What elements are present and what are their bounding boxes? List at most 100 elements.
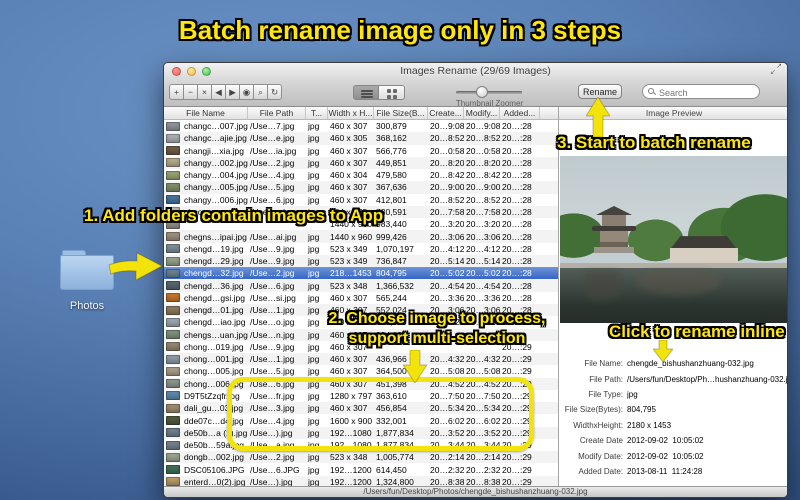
dimensions-cell: 460 x 307	[330, 194, 368, 205]
annotation-step3: 3. Start to batch rename	[557, 133, 751, 152]
info-field-label: WidthxHeight:	[573, 420, 623, 430]
table-row[interactable]: dongb…002.jpg/Use…2.jpg jpg 523 x 348 1,005…	[164, 451, 558, 464]
table-row[interactable]: chengd…19.jpg/Use…9.jpg jpg 523 x 349 1,070…	[164, 243, 558, 255]
file-thumbnail	[166, 416, 180, 425]
info-field: Modify Date: 2012-09-02 10:05:02	[559, 448, 787, 463]
fullscreen-icon[interactable]: ↗ ↙	[770, 63, 782, 76]
file-size-cell: 1,070,197	[376, 243, 414, 254]
file-size-cell: 479,580	[376, 170, 407, 181]
modify-date-cell: 20…3:06	[466, 231, 500, 242]
table-row[interactable]: changc…007.jpg/Use…7.jpg jpg 460 x 307 300,…	[164, 120, 558, 132]
added-date-cell: 20…:28	[502, 182, 532, 193]
create-date-cell: 20…8:52	[430, 133, 464, 144]
create-date-cell: 20…4:12	[430, 243, 464, 254]
table-row[interactable]: chengd…36.jpg/Use…6.jpg jpg 523 x 348 1,366…	[164, 279, 558, 292]
file-path-cell: /Use…6.JPG	[250, 464, 300, 475]
search-input[interactable]	[657, 85, 759, 100]
file-thumbnail	[166, 477, 180, 487]
table-row[interactable]: changy…004.jpg/Use…4.jpg jpg 460 x 304 479,…	[164, 169, 558, 181]
file-path-cell: /Use…1.jpg	[250, 354, 295, 365]
table-row[interactable]: changji…xia.jpg/Use…ia.jpg jpg 460 x 307 56…	[164, 145, 558, 157]
table-row[interactable]: chengd…29.jpg/Use…9.jpg jpg 523 x 349 736,8…	[164, 254, 558, 268]
file-thumbnail	[166, 342, 180, 352]
delete-button[interactable]: ×	[197, 84, 212, 100]
toolbar-buttons: + − × ◀ ▶ ◉ ⌕ ↻	[169, 84, 282, 100]
table-row[interactable]: changy…006.jpg/Use…6.jpg jpg 460 x 307 412,…	[164, 194, 558, 206]
table-row[interactable]: changc…ajie.jpg/Use…e.jpg jpg 460 x 305 368…	[164, 132, 558, 145]
file-name-cell: changc…007.jpg	[184, 121, 248, 132]
table-row[interactable]: chengd…32.jpg/Use…2.jpg jpg 218…1453 804,79…	[164, 267, 558, 280]
create-date-cell: 20…2:14	[430, 452, 464, 463]
column-header-2[interactable]: File Path	[248, 107, 306, 119]
info-field-value[interactable]: chengde_bishushanzhuang-032.jpg	[627, 359, 754, 368]
remove-button[interactable]: −	[183, 84, 198, 100]
preview-button[interactable]: ◉	[239, 84, 254, 100]
table-row[interactable]: changy…005.jpg/Use…5.jpg jpg 460 x 307 367,…	[164, 181, 558, 194]
file-path-cell: /Use…n.jpg	[250, 329, 295, 340]
step1-arrow-icon	[108, 250, 164, 284]
column-header-3[interactable]: T...	[306, 107, 328, 119]
add-button[interactable]: +	[169, 84, 184, 100]
file-thumbnail	[166, 465, 180, 475]
previous-button[interactable]: ◀	[211, 84, 226, 100]
column-header-6[interactable]: Create...	[428, 107, 464, 119]
slider-knob[interactable]	[476, 86, 488, 98]
view-mode-segmented-control	[353, 85, 405, 100]
table-row[interactable]: chegns…ipai.jpg/Use…ai.jpg jpg 1440 x 960 9…	[164, 230, 558, 243]
added-date-cell: 20…:28	[502, 219, 532, 230]
table-row[interactable]: chong…001.jpg/Use…1.jpg jpg 460 x 307 436,9…	[164, 353, 558, 366]
added-date-cell: 20…:29	[502, 354, 532, 365]
search-icon	[648, 88, 654, 94]
table-header: File Name File Path T... Width x H... File S…	[164, 107, 558, 120]
find-button[interactable]: ⌕	[253, 84, 268, 100]
thumbnail-zoom-slider[interactable]	[456, 86, 522, 98]
file-thumbnail	[166, 403, 180, 413]
file-size-cell: 1,366,532	[376, 280, 414, 291]
file-path-cell: /Use…9.jpg	[250, 256, 295, 267]
added-date-cell: 20…:29	[502, 464, 532, 475]
photos-folder-icon[interactable]	[60, 250, 114, 290]
refresh-button[interactable]: ↻	[267, 84, 282, 100]
file-type-cell: jpg	[308, 292, 320, 303]
file-size-cell: 736,847	[376, 256, 407, 267]
added-date-cell: 20…:28	[502, 256, 532, 267]
table-row[interactable]: DSC05106.JPG/Use…6.JPG jpg 192…1200 614,450…	[164, 463, 558, 475]
column-header-1[interactable]: File Name	[164, 107, 248, 119]
file-thumbnail	[166, 452, 180, 462]
list-view-icon[interactable]	[353, 85, 379, 100]
modify-date-cell: 20…4:12	[466, 243, 500, 254]
file-type-cell: jpg	[308, 317, 320, 328]
file-name-cell: chong…019.jpg	[184, 341, 244, 352]
column-header-4[interactable]: Width x H...	[328, 107, 374, 119]
file-path-cell: /Use…9.jpg	[250, 243, 295, 254]
column-header-5[interactable]: File Size(B...	[374, 107, 428, 119]
grid-view-icon[interactable]	[379, 85, 405, 100]
title-bar[interactable]: Images Rename (29/69 Images) ↗ ↙	[164, 63, 787, 80]
table-row[interactable]: chengd…gsi.jpg/Use…si.jpg jpg 460 x 307 565…	[164, 292, 558, 304]
file-name-cell: chengd…36.jpg	[184, 280, 244, 291]
file-type-cell: jpg	[308, 256, 320, 267]
file-thumbnail	[166, 133, 180, 143]
dimensions-cell: 460 x 307	[330, 292, 368, 303]
file-size-cell: 999,426	[376, 231, 407, 242]
next-button[interactable]: ▶	[225, 84, 240, 100]
modify-date-cell: 20…5:08	[466, 366, 500, 377]
file-name-cell: changy…006.jpg	[184, 194, 248, 205]
column-header-8[interactable]: Added...	[500, 107, 540, 119]
added-date-cell: 20…:28	[502, 194, 532, 205]
search-field[interactable]	[642, 84, 760, 100]
file-size-cell: 449,851	[376, 157, 407, 168]
file-path-cell: /Use…7.jpg	[250, 121, 295, 132]
modify-date-cell: 20…5:14	[466, 256, 500, 267]
modify-date-cell: 20…3:36	[466, 292, 500, 303]
file-type-cell: jpg	[308, 280, 320, 291]
column-header-7[interactable]: Modify...	[464, 107, 500, 119]
multi-selection-highlight-rect	[227, 377, 534, 451]
file-type-cell: jpg	[308, 329, 320, 340]
table-row[interactable]: chong…005.jpg/Use…5.jpg jpg 460 x 307 364,5…	[164, 365, 558, 377]
table-row[interactable]: changy…002.jpg/Use…2.jpg jpg 460 x 307 449,…	[164, 156, 558, 170]
info-field: File Name: chengde_bishushanzhuang-032.jp…	[559, 356, 787, 371]
create-date-cell: 20…5:14	[430, 256, 464, 267]
file-path-cell: /Use…e.jpg	[250, 133, 295, 144]
file-type-cell: jpg	[308, 170, 320, 181]
